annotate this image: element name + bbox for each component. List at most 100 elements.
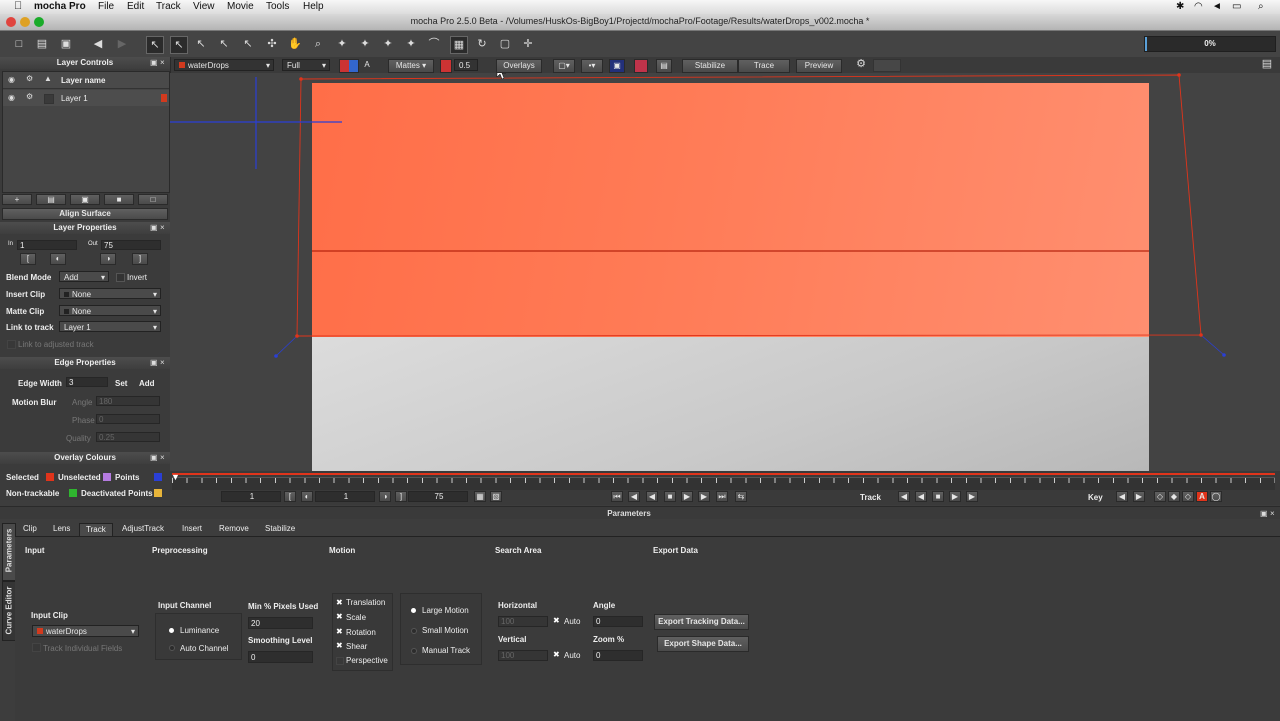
menu-view[interactable]: View (193, 1, 215, 12)
panel-float-icon[interactable]: ▣ (150, 358, 158, 367)
play-backward-icon[interactable]: ◀ (646, 491, 658, 502)
small-motion-radio[interactable] (411, 628, 417, 634)
track-next-icon[interactable]: ▶ (949, 491, 961, 502)
grid-display-button[interactable] (634, 59, 648, 73)
zoom-field[interactable]: 0 (593, 650, 643, 661)
ungroup-layer-icon[interactable]: □ (138, 194, 168, 205)
auto-channel-radio[interactable] (169, 645, 175, 651)
matte-clip-dropdown[interactable]: None ▾ (59, 305, 161, 316)
loop-icon[interactable]: ▦ (474, 491, 486, 502)
vertical-auto-checkbox[interactable]: ✖ (553, 651, 560, 659)
matte-opacity-field[interactable]: 0.5 (454, 59, 478, 71)
link-adjusted-track-checkbox[interactable] (7, 340, 16, 349)
visibility-eye-icon[interactable]: ◉ (8, 75, 15, 84)
tab-remove[interactable]: Remove (213, 523, 255, 535)
parameters-side-tab[interactable]: Parameters (2, 523, 16, 581)
set-out-point-icon[interactable]: ] (132, 253, 148, 265)
menu-tools[interactable]: Tools (266, 1, 289, 12)
app-name-menu[interactable]: mocha Pro (34, 1, 86, 12)
go-to-end-icon[interactable]: ] (395, 491, 407, 502)
track-stop-icon[interactable]: ■ (932, 491, 944, 502)
rotate-tool-icon[interactable]: ↻ (474, 36, 490, 52)
settings-gear-icon[interactable]: ⚙ (26, 92, 33, 101)
create-xspline-tool-icon[interactable]: ✦ (334, 36, 350, 52)
surface-display-button[interactable]: ▣ (609, 59, 625, 73)
curve-editor-side-tab[interactable]: Curve Editor (2, 581, 16, 641)
alpha-channel-button[interactable]: A (360, 59, 374, 71)
battery-icon[interactable]: ▭ (1232, 1, 1241, 12)
hand-tool-icon[interactable]: ✋ (287, 36, 303, 52)
mattes-button[interactable]: Mattes ▾ (388, 59, 434, 73)
perspective-checkbox[interactable] (336, 657, 344, 665)
rgb-channel-button[interactable] (339, 59, 359, 73)
add-point-tool-icon[interactable]: ↖ (240, 36, 256, 52)
clip-dropdown[interactable]: waterDrops ▾ (174, 59, 274, 71)
out-point-field[interactable]: 75 (101, 240, 161, 250)
autokey-icon[interactable]: A (1196, 491, 1208, 502)
preview-button[interactable]: Preview (796, 59, 842, 73)
scale-checkbox[interactable]: ✖ (336, 613, 343, 621)
layer-name[interactable]: Layer 1 (61, 94, 88, 103)
menu-movie[interactable]: Movie (227, 1, 254, 12)
bluetooth-icon[interactable]: ✱ (1176, 1, 1184, 12)
go-to-in-point-icon[interactable]: ◐ (50, 253, 66, 265)
new-project-icon[interactable]: □ (11, 36, 27, 52)
visibility-eye-icon[interactable]: ◉ (8, 93, 15, 102)
edge-width-field[interactable]: 3 (66, 377, 108, 387)
pick-tool-icon[interactable]: ↖ (146, 36, 164, 54)
go-to-in-icon[interactable]: ◐ (301, 491, 313, 502)
panel-close-icon[interactable]: × (160, 223, 165, 232)
link-to-track-dropdown[interactable]: Layer 1 ▾ (59, 321, 161, 332)
surface-tool-icon[interactable]: ▦ (450, 36, 468, 54)
spline-point[interactable] (1199, 333, 1203, 337)
search-angle-field[interactable]: 0 (593, 616, 643, 627)
layer-spline-shape[interactable] (296, 74, 1202, 337)
duplicate-layer-icon[interactable]: ▣ (70, 194, 100, 205)
points-colour-swatch[interactable] (103, 473, 111, 481)
apple-icon[interactable]:  (14, 0, 22, 12)
tab-adjusttrack[interactable]: AdjustTrack (116, 523, 170, 535)
add-xspline-tool-icon[interactable]: ✦ (357, 36, 373, 52)
insert-clip-dropdown[interactable]: None ▾ (59, 288, 161, 299)
track-forwards-icon[interactable]: ▶ (966, 491, 978, 502)
select-all-tool-icon[interactable]: ↖ (170, 36, 188, 54)
tangent-handle[interactable] (274, 354, 278, 358)
create-bezier-tool-icon[interactable]: ✦ (380, 36, 396, 52)
horizontal-auto-checkbox[interactable]: ✖ (553, 617, 560, 625)
settings-gear-icon[interactable]: ⚙ (26, 74, 33, 83)
non-trackable-colour-swatch[interactable] (69, 489, 77, 497)
blur-phase-field[interactable]: 0 (96, 414, 160, 424)
rotation-checkbox[interactable]: ✖ (336, 628, 343, 636)
viewer-option-field[interactable] (873, 59, 901, 72)
next-frame-icon[interactable]: ▶ (698, 491, 710, 502)
spotlight-search-icon[interactable]: ⌕ (1258, 1, 1264, 12)
go-to-out-icon[interactable]: ◑ (379, 491, 391, 502)
lock-icon[interactable]: ▲ (44, 74, 52, 83)
menu-file[interactable]: File (98, 1, 114, 12)
delete-key-icon[interactable]: ◆ (1168, 491, 1180, 502)
current-frame-field[interactable]: 1 (315, 491, 375, 502)
zoom-tool-icon[interactable]: ⌕ (310, 36, 326, 52)
playback-mode-icon[interactable]: ⇆ (735, 491, 747, 502)
scale-tool-icon[interactable]: ▢ (497, 36, 513, 52)
lock-checkbox[interactable] (44, 94, 54, 104)
open-project-icon[interactable]: ▤ (34, 36, 50, 52)
key-mode-icon[interactable]: ◯ (1210, 491, 1222, 502)
menu-edit[interactable]: Edit (127, 1, 144, 12)
deactivated-colour-swatch[interactable] (154, 489, 162, 497)
volume-icon[interactable]: ◄ (1212, 1, 1222, 12)
go-to-out-point-icon[interactable]: ◑ (100, 253, 116, 265)
reference-point-tool-icon[interactable]: ✣ (264, 36, 280, 52)
go-to-start-icon[interactable]: [ (284, 491, 296, 502)
undo-icon[interactable]: ◀ (90, 36, 106, 52)
overlays-button[interactable]: Overlays (496, 59, 542, 73)
tangent-handle[interactable] (1222, 353, 1226, 357)
align-surface-button[interactable]: Align Surface (2, 208, 168, 220)
manual-track-radio[interactable] (411, 648, 417, 654)
panel-float-icon[interactable]: ▣ (150, 223, 158, 232)
add-layer-icon[interactable]: + (2, 194, 32, 205)
layer-outline-dropdown[interactable]: ▢▾ (553, 59, 575, 73)
tab-clip[interactable]: Clip (17, 523, 43, 535)
matte-color-swatch[interactable] (440, 59, 452, 73)
layer-color-swatch[interactable] (161, 94, 167, 102)
